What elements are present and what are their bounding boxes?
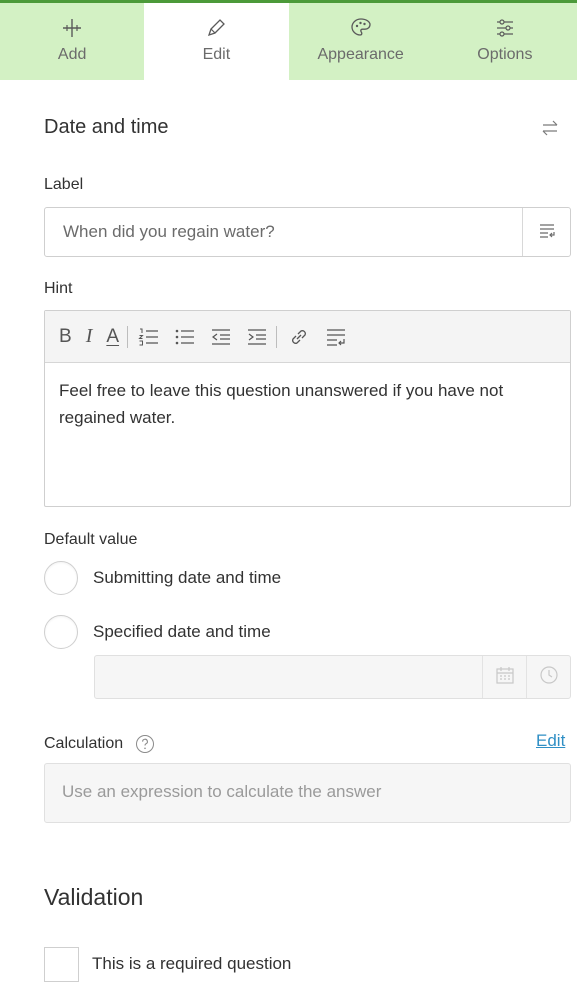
tab-edit-label: Edit — [202, 46, 231, 63]
hint-editor[interactable]: B I A Feel free to leave this question u… — [44, 310, 571, 507]
font-color-button[interactable]: A — [106, 325, 119, 349]
tab-options[interactable]: Options — [432, 3, 577, 80]
insert-text-button[interactable] — [522, 208, 570, 256]
radio-option-specified[interactable]: Specified date and time — [44, 615, 271, 649]
label-field[interactable]: When did you regain water? — [44, 207, 571, 257]
tab-bar: Add Edit Appearance Options — [0, 3, 577, 80]
insert-text-icon[interactable] — [325, 325, 347, 349]
calculation-placeholder: Use an expression to calculate the answe… — [62, 782, 382, 801]
toolbar-divider — [276, 325, 278, 348]
palette-icon — [348, 15, 374, 41]
hint-heading: Hint — [44, 280, 73, 297]
tab-add[interactable]: Add — [0, 3, 145, 80]
help-icon[interactable] — [135, 734, 155, 754]
link-icon[interactable] — [287, 325, 311, 349]
label-field-value: When did you regain water? — [63, 222, 275, 241]
numbered-list-icon[interactable] — [138, 325, 160, 349]
date-time-field[interactable] — [94, 655, 571, 699]
bulleted-list-icon[interactable] — [174, 325, 196, 349]
calculation-edit-link[interactable]: Edit — [536, 731, 565, 751]
required-question-option[interactable]: This is a required question — [44, 946, 291, 982]
italic-button[interactable]: I — [86, 325, 93, 349]
tab-options-label: Options — [477, 46, 533, 63]
radio-button[interactable] — [44, 615, 78, 649]
swap-icon[interactable] — [540, 118, 560, 138]
calculation-heading: Calculation — [44, 735, 124, 752]
radio-label: Specified date and time — [93, 622, 271, 641]
toolbar-divider — [127, 325, 129, 348]
calculation-header: Calculation — [44, 733, 155, 755]
sliders-icon — [492, 15, 518, 41]
editor-toolbar: B I A — [45, 311, 570, 363]
outdent-icon[interactable] — [210, 325, 232, 349]
time-button[interactable] — [526, 656, 570, 698]
calculation-field[interactable]: Use an expression to calculate the answe… — [44, 763, 571, 823]
bold-button[interactable]: B — [59, 325, 72, 349]
tab-appearance-label: Appearance — [317, 46, 404, 63]
validation-heading: Validation — [44, 884, 144, 910]
calendar-icon — [495, 665, 515, 690]
tab-edit[interactable]: Edit — [144, 3, 289, 80]
clock-icon — [539, 665, 559, 690]
question-type-title: Date and time — [44, 116, 169, 138]
radio-label: Submitting date and time — [93, 568, 282, 587]
tab-appearance[interactable]: Appearance — [288, 3, 433, 80]
hint-text[interactable]: Feel free to leave this question unanswe… — [59, 377, 559, 431]
required-checkbox[interactable] — [44, 946, 79, 982]
insert-text-icon — [537, 220, 557, 245]
pencil-icon — [203, 15, 229, 41]
indent-icon[interactable] — [246, 325, 268, 349]
radio-option-submitting[interactable]: Submitting date and time — [44, 561, 281, 595]
required-label: This is a required question — [92, 954, 292, 973]
plus-icon — [59, 15, 85, 41]
radio-button[interactable] — [44, 561, 78, 595]
label-heading: Label — [44, 176, 84, 193]
calendar-button[interactable] — [482, 656, 526, 698]
default-value-heading: Default value — [44, 531, 138, 548]
tab-add-label: Add — [57, 46, 87, 63]
